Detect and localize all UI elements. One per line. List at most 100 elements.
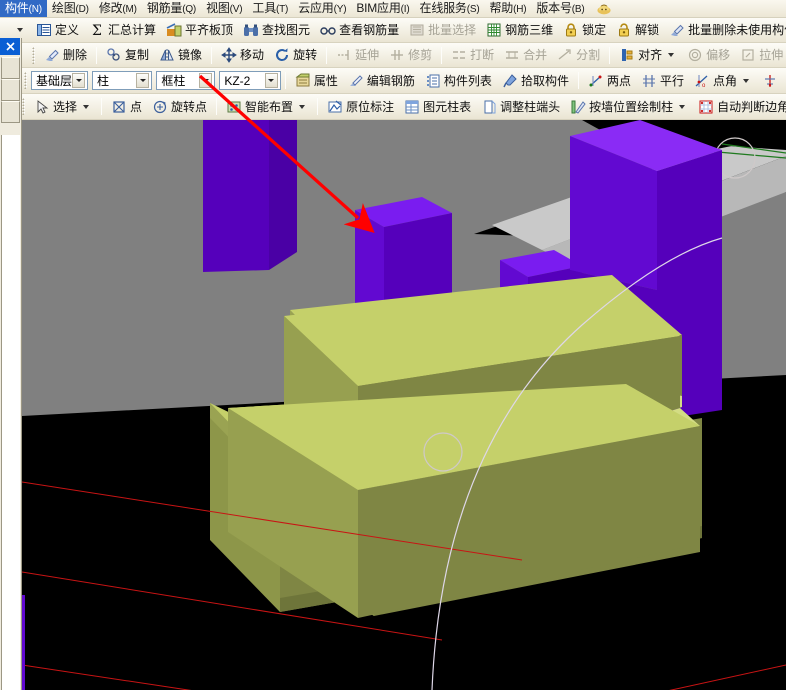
menu-online-service[interactable]: 在线服务(S) (415, 0, 485, 17)
combo-component-name[interactable]: KZ-2 (219, 71, 281, 90)
toolbar-parallel[interactable]: 平行 (636, 70, 689, 91)
toolbar-rebar-3d[interactable]: 钢筋三维 (481, 20, 558, 41)
toolbar-merge[interactable]: 合并 (499, 45, 552, 66)
menu-bim-app[interactable]: BIM应用(I) (351, 0, 414, 17)
toolbar-define[interactable]: 定义 (31, 20, 84, 41)
menu-mnemonic: (H) (513, 3, 527, 15)
toolbar-stretch[interactable]: 拉伸 (735, 45, 786, 66)
toolbar-point[interactable]: 点 (106, 96, 147, 117)
combo-floor-level[interactable]: 基础层 (31, 71, 89, 90)
menu-tools[interactable]: 工具(T) (247, 0, 293, 17)
glasses-icon (320, 22, 336, 38)
menu-modify[interactable]: 修改(M) (94, 0, 142, 17)
chevron-down-icon[interactable] (83, 104, 90, 109)
menu-mnemonic: (N) (28, 3, 43, 15)
toolbar-pick-component[interactable]: 拾取构件 (497, 70, 574, 91)
3d-viewport[interactable] (22, 120, 786, 690)
toolbar-rotate-point[interactable]: 旋转点 (147, 96, 212, 117)
dock-tab-3[interactable] (1, 101, 20, 123)
menu-mnemonic: (B) (571, 3, 585, 15)
toolbar-element-column-table[interactable]: 图元柱表 (399, 96, 476, 117)
toolbar-delete[interactable]: 删除 (39, 45, 92, 66)
toolbar-label: 智能布置 (245, 99, 294, 114)
toolbar-trim[interactable]: 修剪 (384, 45, 437, 66)
menu-help[interactable]: 帮助(H) (484, 0, 531, 17)
element-column-table-icon (404, 99, 420, 115)
toolbar-adjust-column-end[interactable]: 调整柱端头 (476, 96, 565, 117)
toolbar-summary-calc[interactable]: Σ 汇总计算 (84, 20, 161, 41)
toolbar-flush-slab-top[interactable]: 平齐板顶 (161, 20, 238, 41)
toolbar-label: 镜像 (178, 48, 203, 62)
menu-draw[interactable]: 绘图(D) (47, 0, 94, 17)
toolbar-gripper[interactable] (22, 98, 25, 115)
toolbar-point-angle-alt[interactable] (757, 70, 786, 91)
toolbar-align[interactable]: 对齐 (614, 45, 682, 66)
chevron-down-icon[interactable] (264, 73, 278, 88)
toolbar-two-point[interactable]: 两点 (583, 70, 636, 91)
toolbar-separator (326, 46, 328, 64)
toolbar-point-angle[interactable]: o 点角 (689, 70, 757, 91)
toolbar-select[interactable]: 选择 (29, 96, 97, 117)
close-icon[interactable] (0, 38, 20, 55)
toolbar-copy[interactable]: 复制 (101, 45, 154, 66)
toolbar-lock[interactable]: 锁定 (558, 20, 611, 41)
toolbar-edit-rebar[interactable]: 编辑钢筋 (343, 70, 420, 91)
break-icon (451, 47, 467, 63)
toolbar-draw-column-by-wall[interactable]: 按墙位置绘制柱 (565, 96, 693, 117)
hard-hat-icon[interactable] (596, 1, 612, 16)
column-left-sliver (22, 595, 25, 690)
toolbar-batch-delete-unused[interactable]: 批量删除未使用构件 (664, 20, 786, 41)
toolbar-overflow-caret[interactable] (17, 28, 23, 32)
menu-label: 钢筋量 (146, 0, 183, 15)
toolbar-find-element[interactable]: 查找图元 (238, 20, 315, 41)
toolbar-mirror[interactable]: 镜像 (154, 45, 207, 66)
toolbar-break[interactable]: 打断 (446, 45, 499, 66)
dock-tab-1[interactable] (1, 57, 20, 79)
pick-component-icon (502, 73, 518, 89)
chevron-down-icon[interactable] (743, 78, 749, 83)
toolbar-batch-select[interactable]: 批量选择 (404, 20, 481, 41)
chevron-down-icon[interactable] (679, 104, 686, 109)
menu-rebar-qty[interactable]: 钢筋量(Q) (142, 0, 201, 17)
menu-mnemonic: (T) (276, 3, 289, 15)
toolbar-split[interactable]: 分割 (552, 45, 605, 66)
toolbar-unlock[interactable]: 解锁 (611, 20, 664, 41)
menu-label: 版本号 (536, 0, 572, 15)
chevron-down-icon[interactable] (668, 53, 675, 57)
toolbar-label: 属性 (313, 73, 338, 88)
toolbar-rotate[interactable]: 旋转 (269, 45, 322, 66)
combo-value: 框柱 (161, 74, 186, 88)
toolbar-offset[interactable]: 偏移 (682, 45, 735, 66)
parallel-icon (641, 73, 657, 89)
menu-version[interactable]: 版本号(B) (531, 0, 589, 17)
toolbar-smart-layout[interactable]: 智能布置 (221, 96, 313, 117)
menu-view[interactable]: 视图(V) (201, 0, 247, 17)
chevron-down-icon[interactable] (72, 73, 86, 88)
toolbar-separator (609, 46, 611, 64)
toolbar-properties[interactable]: 属性 (290, 70, 343, 91)
combo-column-kind[interactable]: 框柱 (156, 71, 216, 90)
menu-mnemonic: (Q) (182, 3, 197, 15)
toolbar-component-list[interactable]: 构件列表 (420, 70, 497, 91)
chevron-down-icon[interactable] (199, 73, 213, 88)
combo-component-type[interactable]: 柱 (92, 71, 153, 90)
toolbar-gripper[interactable] (24, 72, 27, 89)
toolbar-in-situ-label[interactable]: 原位标注 (322, 96, 399, 117)
toolbar-extend[interactable]: 延伸 (331, 45, 384, 66)
toolbar-auto-detect-corner-column[interactable]: 自动判断边角柱 (693, 96, 786, 117)
dock-tab-2[interactable] (1, 79, 20, 101)
menu-cloud-app[interactable]: 云应用(Y) (293, 0, 351, 17)
toolbar-label: 调整柱端头 (500, 99, 561, 114)
toolbar-label: 修剪 (408, 48, 433, 62)
menu-label: 工具 (252, 0, 277, 15)
cursor-icon (34, 99, 50, 115)
toolbar-gripper[interactable] (32, 46, 35, 64)
toolbar-view-rebar-qty[interactable]: 查看钢筋量 (315, 20, 404, 41)
toolbar-label: 批量删除未使用构件 (688, 23, 786, 37)
trim-icon (389, 47, 405, 63)
menu-component[interactable]: 构件(N) (0, 0, 47, 17)
toolbar-move[interactable]: 移动 (216, 45, 269, 66)
chevron-down-icon[interactable] (299, 104, 306, 109)
chevron-down-icon[interactable] (136, 73, 150, 88)
toolbar-label: 移动 (240, 48, 265, 62)
